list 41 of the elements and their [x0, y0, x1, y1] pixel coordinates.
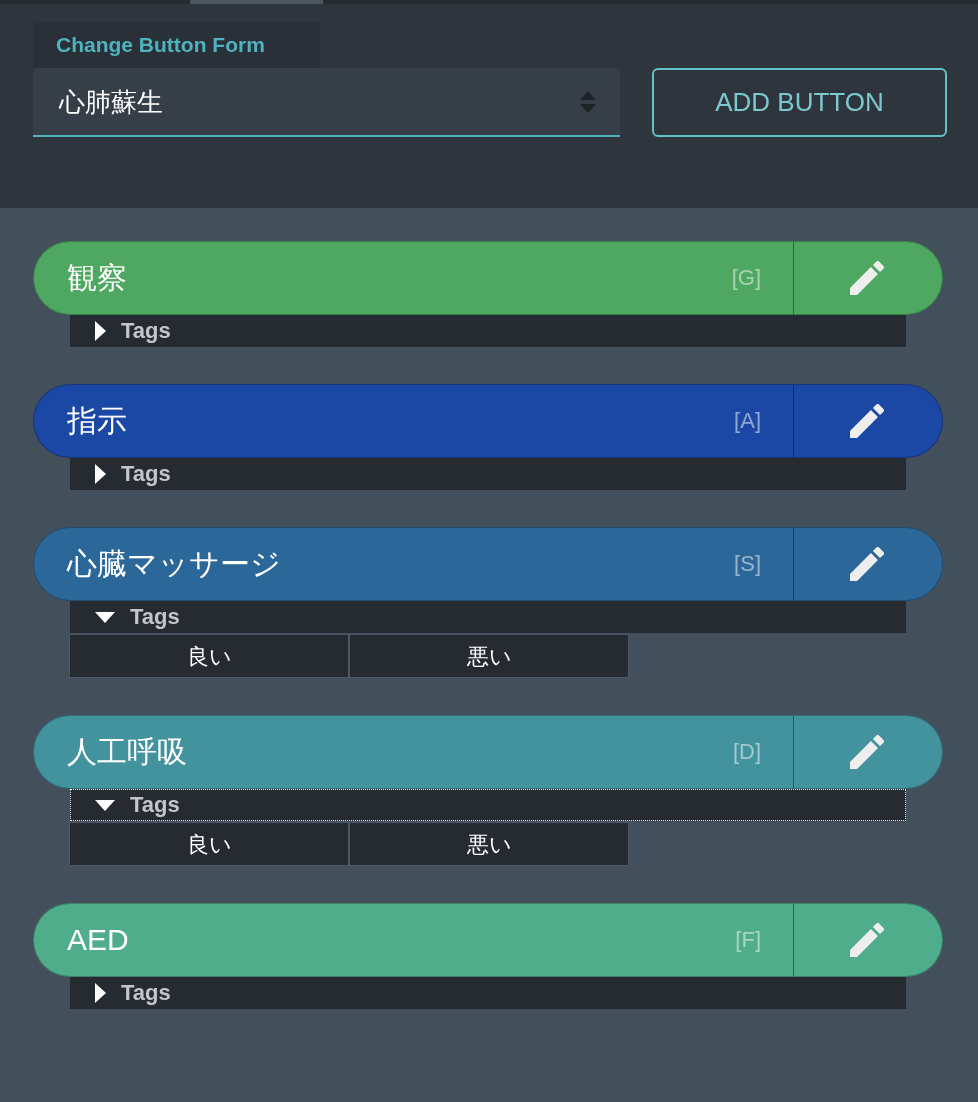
pencil-icon: [850, 735, 884, 769]
shortcut-key: [S]: [734, 553, 761, 575]
pencil-icon: [850, 404, 884, 438]
button-label: AED: [67, 925, 129, 955]
edit-button[interactable]: [793, 715, 943, 789]
caret-down-icon: [95, 611, 115, 623]
edit-button[interactable]: [793, 384, 943, 458]
edit-button[interactable]: [793, 527, 943, 601]
button-label: 指示: [67, 406, 127, 436]
tags-toggle[interactable]: Tags: [70, 601, 906, 633]
button-label: 心臓マッサージ: [67, 549, 281, 579]
shortcut-key: [A]: [734, 410, 761, 432]
edit-button[interactable]: [793, 903, 943, 977]
form-label: Change Button Form: [33, 22, 320, 68]
caret-right-icon: [95, 464, 106, 484]
tag-button[interactable]: 良い: [69, 634, 349, 678]
tags-toggle[interactable]: Tags: [70, 977, 906, 1009]
button-label: 観察: [67, 263, 127, 293]
tag-button[interactable]: 良い: [69, 822, 349, 866]
tags-toggle[interactable]: Tags: [70, 458, 906, 490]
shortcut-key: [G]: [731, 267, 761, 289]
tags-toggle[interactable]: Tags: [70, 789, 906, 821]
updown-arrows-icon: [580, 90, 596, 113]
tag-button[interactable]: 悪い: [349, 822, 629, 866]
form-select[interactable]: 心肺蘇生: [33, 68, 620, 137]
pencil-icon: [850, 923, 884, 957]
action-button[interactable]: 心臓マッサージ [S]: [33, 527, 793, 601]
caret-right-icon: [95, 321, 106, 341]
tag-button[interactable]: 悪い: [349, 634, 629, 678]
caret-right-icon: [95, 983, 106, 1003]
shortcut-key: [D]: [732, 741, 761, 763]
action-button[interactable]: 指示 [A]: [33, 384, 793, 458]
caret-down-icon: [95, 799, 115, 811]
action-button[interactable]: 人工呼吸 [D]: [33, 715, 793, 789]
button-label: 人工呼吸: [67, 737, 187, 767]
pencil-icon: [850, 547, 884, 581]
add-button[interactable]: ADD BUTTON: [652, 68, 947, 137]
edit-button[interactable]: [793, 241, 943, 315]
shortcut-key: [F]: [735, 929, 761, 951]
pencil-icon: [850, 261, 884, 295]
tags-toggle[interactable]: Tags: [70, 315, 906, 347]
